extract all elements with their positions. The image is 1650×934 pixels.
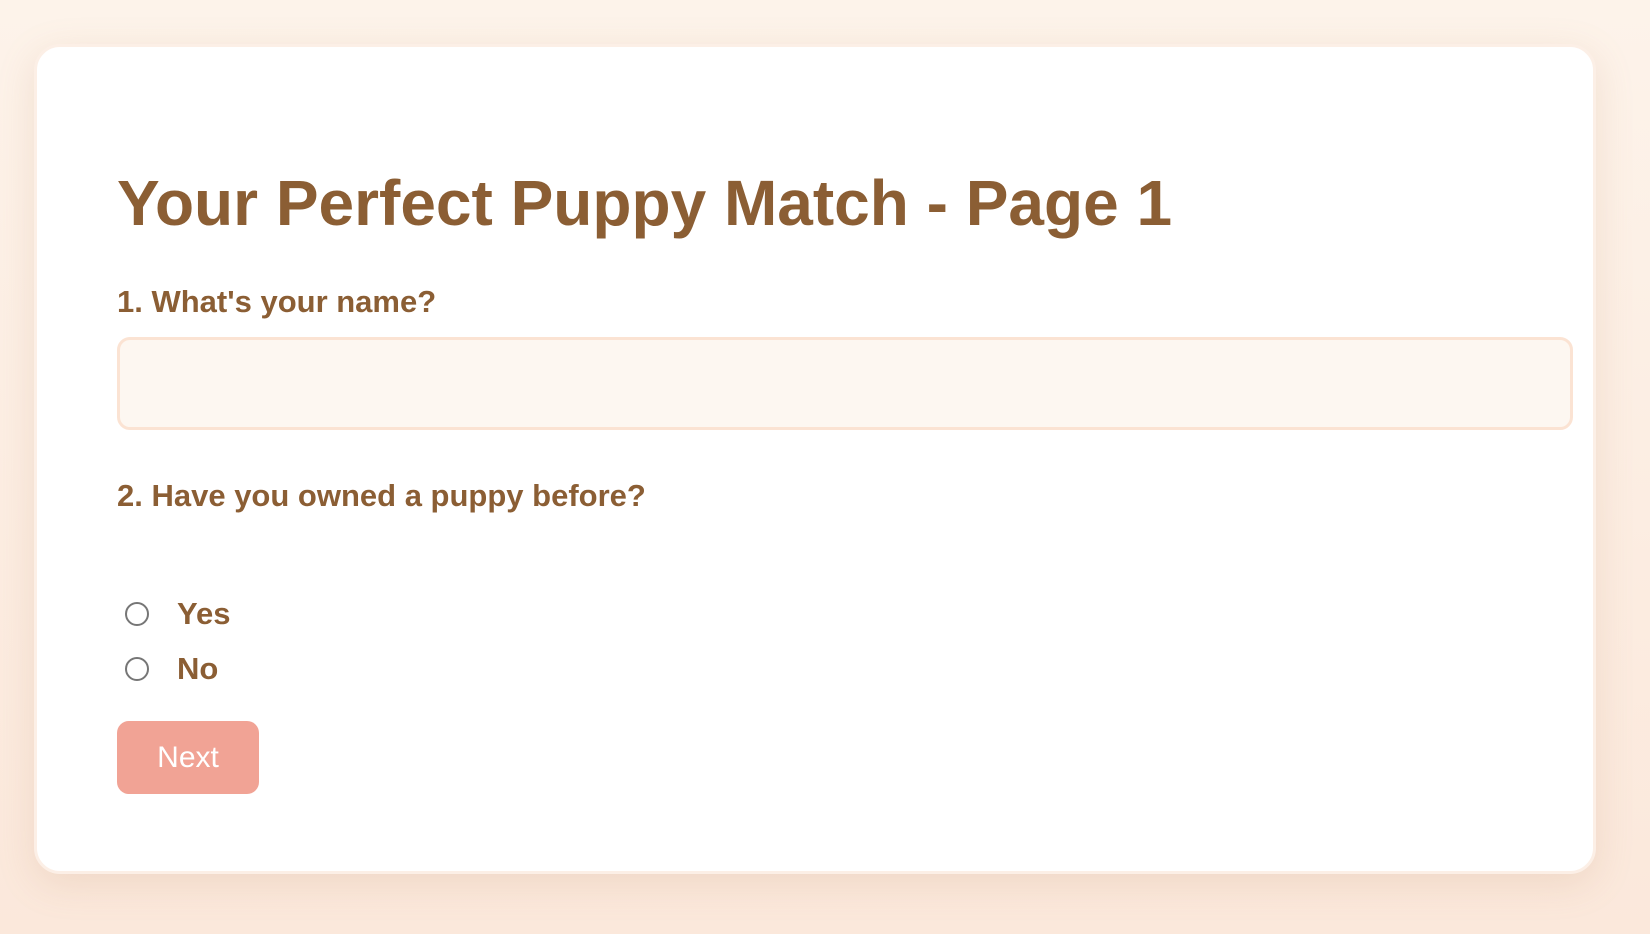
radio-button-no[interactable]	[125, 656, 149, 681]
radio-label-yes[interactable]: Yes	[177, 598, 230, 629]
radio-option-yes[interactable]: Yes	[125, 598, 230, 629]
next-button[interactable]: Next	[117, 721, 259, 794]
name-input[interactable]	[117, 337, 1573, 430]
form-card: Your Perfect Puppy Match - Page 1 1. Wha…	[34, 44, 1596, 874]
radio-label-no[interactable]: No	[177, 653, 218, 684]
radio-button-yes[interactable]	[125, 601, 149, 626]
question-2-label: 2. Have you owned a puppy before?	[117, 478, 646, 513]
radio-option-no[interactable]: No	[125, 653, 218, 684]
page-title: Your Perfect Puppy Match - Page 1	[117, 167, 1173, 239]
question-1-label: 1. What's your name?	[117, 284, 437, 319]
